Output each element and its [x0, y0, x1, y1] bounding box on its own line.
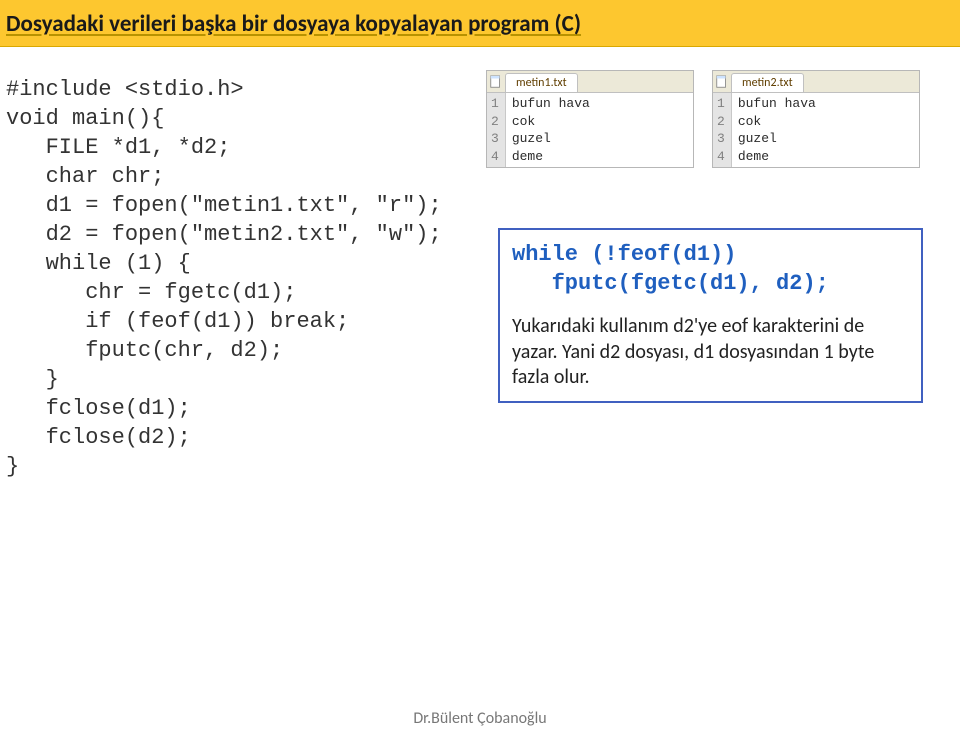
note-box: while (!feof(d1)) fputc(fgetc(d1), d2); … — [498, 228, 923, 403]
line-gutter: 1 2 3 4 — [713, 93, 732, 167]
editor-body: 1 2 3 4 bufun hava cok guzel deme — [713, 93, 919, 167]
editor-body: 1 2 3 4 bufun hava cok guzel deme — [487, 93, 693, 167]
main-content: #include <stdio.h> void main(){ FILE *d1… — [0, 47, 960, 481]
line-number: 3 — [491, 130, 499, 148]
slide-title-bar: Dosyadaki verileri başka bir dosyaya kop… — [0, 0, 960, 47]
line-number: 4 — [717, 148, 725, 166]
line-number: 1 — [717, 95, 725, 113]
code-line: d2 = fopen("metin2.txt", "w"); — [6, 220, 486, 249]
editor-window-2: metin2.txt 1 2 3 4 bufun hava cok guzel … — [712, 70, 920, 168]
line-number: 4 — [491, 148, 499, 166]
code-line: chr = fgetc(d1); — [6, 278, 486, 307]
file-content: bufun hava cok guzel deme — [732, 93, 822, 167]
editor-tabbar: metin2.txt — [713, 71, 919, 93]
note-code-line: fputc(fgetc(d1), d2); — [512, 269, 909, 298]
file-icon — [487, 71, 505, 92]
code-line: FILE *d1, *d2; — [6, 133, 486, 162]
code-line: fputc(chr, d2); — [6, 336, 486, 365]
editor-window-1: metin1.txt 1 2 3 4 bufun hava cok guzel … — [486, 70, 694, 168]
slide-footer: Dr.Bülent Çobanoğlu — [0, 709, 960, 728]
line-number: 1 — [491, 95, 499, 113]
code-line: void main(){ — [6, 104, 486, 133]
line-number: 3 — [717, 130, 725, 148]
note-explanation: Yukarıdaki kullanım d2'ye eof karakterin… — [512, 314, 909, 391]
code-block: #include <stdio.h> void main(){ FILE *d1… — [6, 75, 486, 481]
file-content: bufun hava cok guzel deme — [506, 93, 596, 167]
editor-tab: metin1.txt — [505, 73, 578, 92]
note-code-line: while (!feof(d1)) — [512, 240, 909, 269]
code-line: while (1) { — [6, 249, 486, 278]
code-line: d1 = fopen("metin1.txt", "r"); — [6, 191, 486, 220]
line-gutter: 1 2 3 4 — [487, 93, 506, 167]
code-line: fclose(d2); — [6, 423, 486, 452]
code-line: fclose(d1); — [6, 394, 486, 423]
code-line: #include <stdio.h> — [6, 75, 486, 104]
line-number: 2 — [717, 113, 725, 131]
code-line: } — [6, 365, 486, 394]
code-line: } — [6, 452, 486, 481]
code-line: char chr; — [6, 162, 486, 191]
line-number: 2 — [491, 113, 499, 131]
editor-tabbar: metin1.txt — [487, 71, 693, 93]
editor-tab: metin2.txt — [731, 73, 804, 92]
editor-screenshots: metin1.txt 1 2 3 4 bufun hava cok guzel … — [486, 70, 950, 168]
right-column: metin1.txt 1 2 3 4 bufun hava cok guzel … — [486, 75, 950, 481]
file-icon — [713, 71, 731, 92]
code-line: if (feof(d1)) break; — [6, 307, 486, 336]
slide-title: Dosyadaki verileri başka bir dosyaya kop… — [6, 10, 581, 38]
